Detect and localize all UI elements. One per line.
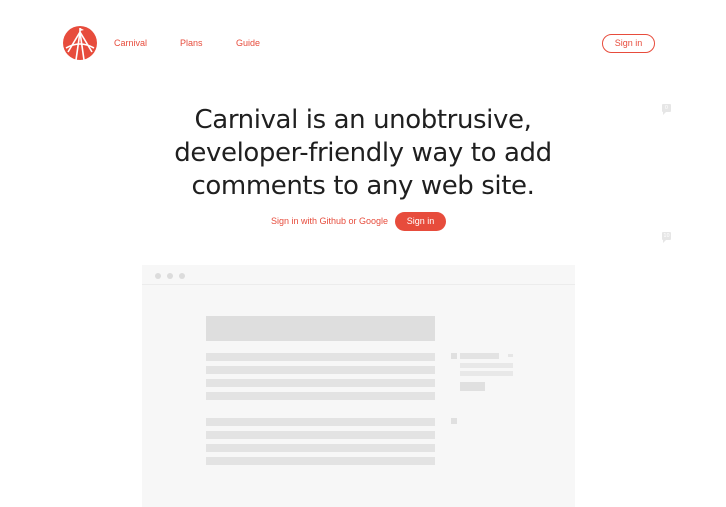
hero-title-line-1: Carnival is an unobtrusive, <box>194 105 532 135</box>
window-dot-icon <box>179 273 185 279</box>
placeholder-comment-line <box>460 363 513 368</box>
placeholder-heading <box>206 316 435 341</box>
browser-title-bar <box>142 265 575 285</box>
hero-sign-in-button[interactable]: Sign in <box>395 212 446 231</box>
window-dot-icon <box>155 273 161 279</box>
placeholder-text-line <box>206 379 435 387</box>
placeholder-text-line <box>206 431 435 439</box>
nav-link-carnival[interactable]: Carnival <box>114 38 147 49</box>
comment-bubble-icon[interactable]: 10 <box>662 232 671 243</box>
placeholder-text-line <box>206 366 435 374</box>
placeholder-comment-line <box>460 371 513 376</box>
placeholder-comment-icon <box>451 418 457 424</box>
placeholder-caret-icon <box>508 354 513 357</box>
window-dot-icon <box>167 273 173 279</box>
placeholder-text-line <box>206 444 435 452</box>
comment-bubble-icon[interactable]: 0 <box>662 104 671 115</box>
placeholder-text-line <box>206 392 435 400</box>
sign-in-with-github-google-link[interactable]: Sign in with Github or Google <box>271 216 388 227</box>
placeholder-text-line <box>206 353 435 361</box>
placeholder-reply-button <box>460 382 485 391</box>
header-sign-in-button[interactable]: Sign in <box>602 34 655 53</box>
hero-title-line-3: comments to any web site. <box>191 171 535 201</box>
carnival-logo-icon[interactable] <box>63 26 97 61</box>
placeholder-comment-author <box>460 353 499 359</box>
browser-mockup <box>142 265 575 507</box>
placeholder-text-line <box>206 457 435 465</box>
placeholder-comment-icon <box>451 353 457 359</box>
page: Carnival Plans Guide Sign in Carnival is… <box>0 0 726 507</box>
placeholder-text-line <box>206 418 435 426</box>
hero-title-line-2: developer-friendly way to add <box>174 138 552 168</box>
nav-link-plans[interactable]: Plans <box>180 38 203 49</box>
hero-title: Carnival is an unobtrusive, developer-fr… <box>170 104 556 203</box>
nav-link-guide[interactable]: Guide <box>236 38 260 49</box>
